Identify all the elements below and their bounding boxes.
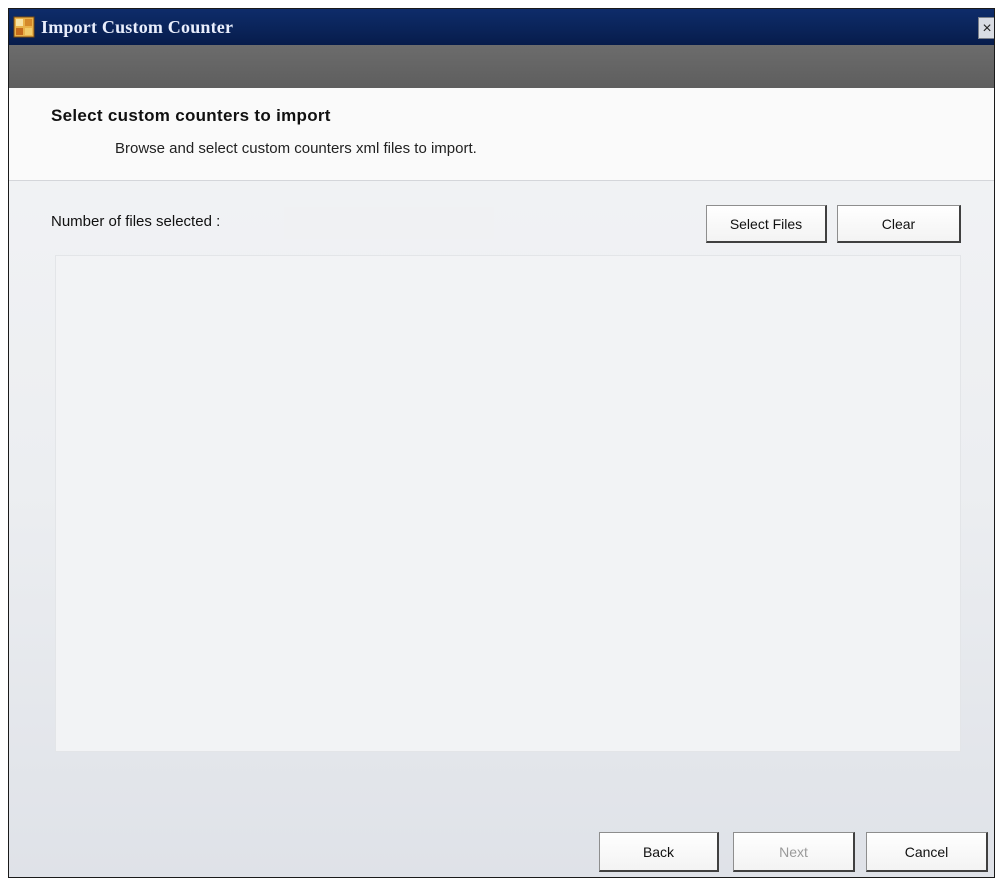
selected-files-list[interactable] xyxy=(55,255,961,752)
title-bar[interactable]: Import Custom Counter × xyxy=(9,9,994,45)
files-selected-label: Number of files selected : xyxy=(51,213,221,230)
clear-button[interactable]: Clear xyxy=(837,205,961,243)
next-button[interactable]: Next xyxy=(733,832,855,872)
files-selected-count xyxy=(284,207,494,239)
wizard-header: Select custom counters to import Browse … xyxy=(9,88,994,181)
close-button[interactable]: × xyxy=(978,17,994,39)
page-subtitle: Browse and select custom counters xml fi… xyxy=(115,140,477,157)
close-icon: × xyxy=(982,20,992,37)
import-custom-counter-dialog: Import Custom Counter × Select custom co… xyxy=(8,8,995,878)
window-title: Import Custom Counter xyxy=(41,16,234,37)
app-icon xyxy=(13,16,35,38)
toolbar-band xyxy=(9,45,994,88)
page-title: Select custom counters to import xyxy=(51,106,331,125)
select-files-button[interactable]: Select Files xyxy=(706,205,827,243)
back-button[interactable]: Back xyxy=(599,832,719,872)
cancel-button[interactable]: Cancel xyxy=(866,832,988,872)
